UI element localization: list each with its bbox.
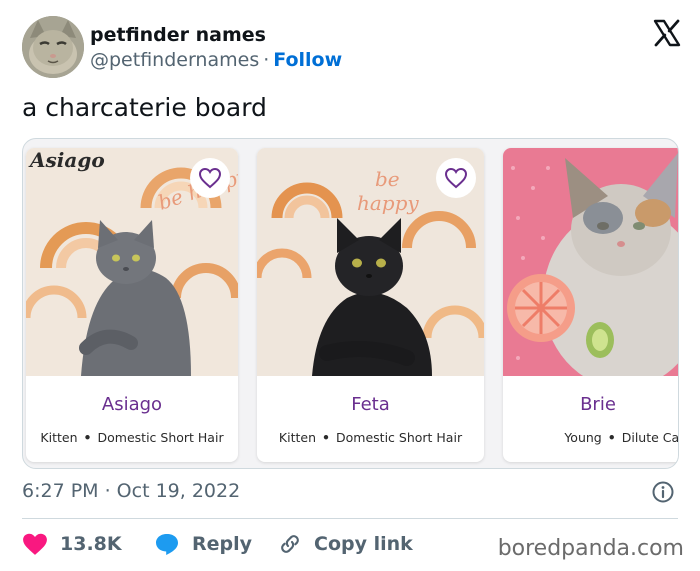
like-count: 13.8K: [60, 533, 122, 555]
info-icon[interactable]: [652, 481, 674, 503]
reply-label: Reply: [192, 533, 253, 555]
heart-outline-icon: [444, 167, 468, 189]
pet-meta: Young • Dilute Calic: [503, 430, 679, 445]
author-handle[interactable]: @petfindernames: [90, 49, 259, 71]
tweet-text: a charcaterie board: [22, 93, 267, 122]
meta-separator: •: [83, 430, 92, 445]
pet-name[interactable]: Brie: [503, 394, 678, 415]
avatar[interactable]: [22, 16, 84, 78]
author-name[interactable]: petfinder names: [90, 24, 266, 46]
author-handle-row: @petfindernames · Follow: [90, 49, 342, 71]
svg-text:be: be: [375, 167, 400, 191]
tweet-timestamp[interactable]: 6:27 PM · Oct 19, 2022: [22, 480, 240, 502]
heart-outline-icon: [198, 167, 222, 189]
pet-age: Young: [564, 430, 602, 445]
pet-card-feta[interactable]: be happy Feta Kitten • Domestic Short Hair: [257, 148, 484, 462]
pet-photo: [503, 148, 678, 376]
copy-link-label: Copy link: [314, 533, 413, 555]
pet-card-brie[interactable]: Brie Young • Dilute Calic: [503, 148, 679, 462]
follow-button[interactable]: Follow: [273, 49, 342, 71]
like-button[interactable]: 13.8K: [22, 530, 122, 558]
heart-filled-icon: [23, 533, 47, 555]
reply-bubble-icon: [156, 534, 178, 555]
meta-separator: •: [607, 430, 616, 445]
tweet-media[interactable]: be happy Asiago Asiago Kitten • Domestic S…: [22, 138, 679, 469]
pet-card-asiago[interactable]: be happy Asiago Asiago Kitten•Domestic S…: [26, 148, 238, 462]
pet-name[interactable]: Asiago: [26, 394, 238, 415]
favorite-button[interactable]: [436, 158, 476, 198]
pet-age: Kitten: [278, 430, 317, 445]
reply-button[interactable]: Reply: [154, 530, 252, 558]
watermark: boredpanda.com: [497, 536, 684, 561]
pet-breed: Domestic Short Hair: [97, 430, 224, 445]
pet-age: Kitten: [40, 430, 78, 445]
copy-link-button[interactable]: Copy link: [278, 530, 413, 558]
divider: [22, 518, 678, 519]
link-icon: [281, 535, 299, 553]
handle-separator: ·: [263, 49, 270, 71]
photo-caption: Asiago: [30, 148, 105, 172]
svg-text:happy: happy: [357, 191, 419, 215]
meta-separator: •: [322, 430, 331, 445]
favorite-button[interactable]: [190, 158, 230, 198]
x-logo-icon[interactable]: [652, 18, 682, 48]
pet-name[interactable]: Feta: [257, 394, 484, 415]
pet-meta: Kitten • Domestic Short Hair: [26, 430, 238, 445]
pet-meta: Kitten • Domestic Short Hair: [257, 430, 484, 445]
tweet-header: petfinder names @petfindernames · Follow: [22, 16, 682, 78]
pet-breed: Domestic Short Hair: [336, 430, 463, 445]
pet-breed: Dilute Calic: [621, 430, 679, 445]
